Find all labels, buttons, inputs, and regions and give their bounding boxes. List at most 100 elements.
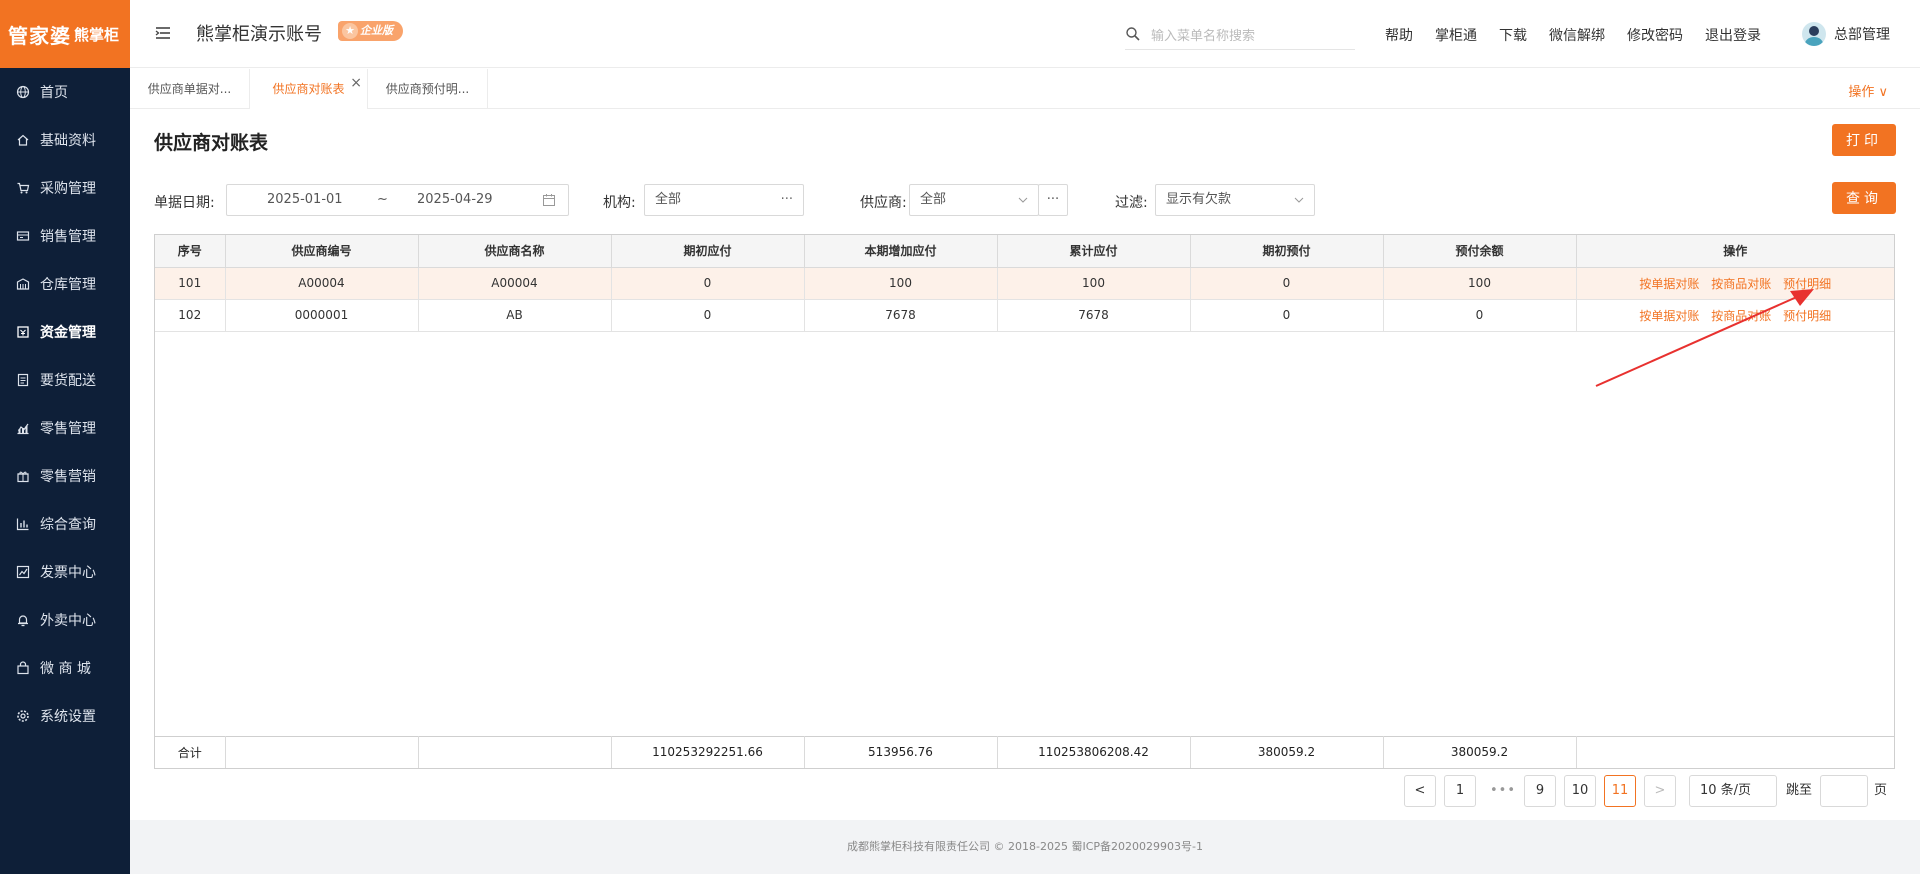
menu-toggle-icon[interactable] (154, 24, 172, 42)
sidebar-item-label: 外卖中心 (40, 613, 96, 629)
sidebar-item-finance[interactable]: 资金管理 (0, 308, 130, 356)
page-11-button[interactable]: 11 (1604, 775, 1636, 807)
totals-cumulative-payable: 110253806208.42 (997, 735, 1191, 768)
sidebar-item-home[interactable]: 首页 (0, 68, 130, 116)
operations-dropdown[interactable]: 操作 ∨ (1848, 81, 1888, 100)
close-icon[interactable]: × (350, 63, 362, 103)
sidebar-item-query[interactable]: 综合查询 (0, 500, 130, 548)
col-actions: 操作 (1576, 235, 1894, 268)
cart-icon (16, 181, 30, 195)
prev-page-button[interactable]: < (1404, 775, 1436, 807)
sidebar-item-warehouse[interactable]: 仓库管理 (0, 260, 130, 308)
col-added-payable[interactable]: 本期增加应付 (804, 235, 998, 268)
page-1-button[interactable]: 1 (1444, 775, 1476, 807)
next-page-button[interactable]: > (1644, 775, 1676, 807)
page-size-select[interactable]: 10 条/页 (1689, 775, 1777, 807)
sidebar-item-sales[interactable]: 销售管理 (0, 212, 130, 260)
wallet-icon (16, 325, 30, 339)
logo-sub-text: 熊掌柜 (74, 25, 120, 44)
sidebar-item-micro-mall[interactable]: 微 商 城 (0, 644, 130, 692)
more-icon[interactable]: ··· (781, 185, 793, 215)
cell-prepaid-balance: 100 (1383, 267, 1577, 300)
ellipsis[interactable]: ••• (1490, 775, 1516, 807)
reconcile-by-product-link[interactable]: 按商品对账 (1711, 277, 1771, 291)
sidebar-item-label: 首页 (40, 85, 68, 101)
home-icon (16, 133, 30, 147)
filter-value: 显示有欠款 (1166, 192, 1232, 207)
cell-supplier-name: A00004 (418, 267, 612, 300)
account-title: 熊掌柜演示账号 (196, 24, 322, 45)
reconcile-by-document-link[interactable]: 按单据对账 (1639, 277, 1699, 291)
date-to[interactable]: 2025-04-29 (417, 185, 493, 215)
user-menu[interactable]: 总部管理 (1802, 22, 1890, 46)
bar-chart-icon (16, 517, 30, 531)
jump-page-input[interactable] (1820, 775, 1868, 807)
footer: 成都熊掌柜科技有限责任公司 © 2018-2025 蜀ICP备202002990… (130, 820, 1920, 874)
sidebar-item-label: 基础资料 (40, 133, 96, 149)
sidebar-item-marketing[interactable]: 零售营销 (0, 452, 130, 500)
tab-bar: 供应商单据对... 供应商对账表 × 供应商预付明... 操作 ∨ (130, 69, 1920, 109)
tab-label: 供应商预付明... (385, 82, 470, 96)
sidebar-menu: 首页 基础资料 采购管理 销售管理 仓库管理 资金管理 要货配送 零售管理 零售… (0, 68, 130, 740)
search-input[interactable] (1151, 24, 1351, 48)
download-link[interactable]: 下载 (1499, 25, 1527, 45)
table-row[interactable]: 101 A00004 A00004 0 100 100 0 100 按单据对账 … (155, 267, 1894, 300)
bag-icon (16, 661, 30, 675)
print-button[interactable]: 打印 (1832, 124, 1896, 156)
prepaid-detail-link[interactable]: 预付明细 (1783, 277, 1831, 291)
reconcile-by-document-link[interactable]: 按单据对账 (1639, 309, 1699, 323)
supplier-value: 全部 (920, 192, 947, 207)
org-selector[interactable]: 全部 ··· (644, 184, 804, 216)
col-opening-payable[interactable]: 期初应付 (611, 235, 805, 268)
sidebar-item-purchase[interactable]: 采购管理 (0, 164, 130, 212)
org-value: 全部 (655, 192, 682, 207)
tab-supplier-doc-reconcile[interactable]: 供应商单据对... (130, 69, 250, 109)
sidebar-item-label: 销售管理 (40, 229, 96, 245)
help-link[interactable]: 帮助 (1385, 25, 1413, 45)
supplier-select[interactable]: 全部 (909, 184, 1039, 216)
col-cumulative-payable[interactable]: 累计应付 (997, 235, 1191, 268)
totals-label: 合计 (155, 735, 226, 768)
col-supplier-name[interactable]: 供应商名称 (418, 235, 612, 268)
query-button[interactable]: 查询 (1832, 182, 1896, 214)
tab-supplier-prepaid-detail[interactable]: 供应商预付明... (368, 69, 488, 109)
sidebar-item-label: 采购管理 (40, 181, 96, 197)
table-row[interactable]: 102 0000001 AB 0 7678 7678 0 0 按单据对账 按商品… (155, 299, 1894, 332)
filter-select[interactable]: 显示有欠款 (1155, 184, 1315, 216)
logo-main-text: 管家婆 (8, 23, 71, 48)
page-10-button[interactable]: 10 (1564, 775, 1596, 807)
date-range-picker[interactable]: 2025-01-01 ~ 2025-04-29 (226, 184, 569, 216)
menu-search (1125, 22, 1355, 50)
reconcile-by-product-link[interactable]: 按商品对账 (1711, 309, 1771, 323)
wechat-unbind-link[interactable]: 微信解绑 (1549, 25, 1605, 45)
avatar (1802, 22, 1826, 46)
col-prepaid-balance[interactable]: 预付余额 (1383, 235, 1577, 268)
col-seq[interactable]: 序号 (155, 235, 226, 268)
sidebar-item-settings[interactable]: 系统设置 (0, 692, 130, 740)
date-from[interactable]: 2025-01-01 (267, 185, 343, 215)
cell-cumulative-payable: 100 (997, 267, 1191, 300)
change-password-link[interactable]: 修改密码 (1627, 25, 1683, 45)
cell-added-payable: 7678 (804, 299, 998, 332)
cell-supplier-name: AB (418, 299, 612, 332)
sidebar-item-distribution[interactable]: 要货配送 (0, 356, 130, 404)
chart-icon (16, 421, 30, 435)
tab-supplier-reconcile[interactable]: 供应商对账表 × (250, 69, 368, 109)
brand-logo[interactable]: 管家婆 熊掌柜 (0, 0, 130, 68)
zhanggui-tong-link[interactable]: 掌柜通 (1435, 25, 1477, 45)
totals-empty (1576, 735, 1894, 768)
sidebar-item-invoice[interactable]: 发票中心 (0, 548, 130, 596)
sidebar-item-basic-data[interactable]: 基础资料 (0, 116, 130, 164)
page-9-button[interactable]: 9 (1524, 775, 1556, 807)
sidebar-item-delivery[interactable]: 外卖中心 (0, 596, 130, 644)
prepaid-detail-link[interactable]: 预付明细 (1783, 309, 1831, 323)
supplier-more-button[interactable]: ··· (1038, 184, 1068, 216)
col-supplier-code[interactable]: 供应商编号 (225, 235, 419, 268)
cell-supplier-code: A00004 (225, 267, 419, 300)
date-separator: ~ (377, 192, 388, 207)
chevron-down-icon (1018, 197, 1028, 203)
sidebar-item-retail[interactable]: 零售管理 (0, 404, 130, 452)
cell-actions: 按单据对账 按商品对账 预付明细 (1576, 299, 1894, 332)
logout-link[interactable]: 退出登录 (1705, 25, 1761, 45)
col-opening-prepaid[interactable]: 期初预付 (1190, 235, 1384, 268)
